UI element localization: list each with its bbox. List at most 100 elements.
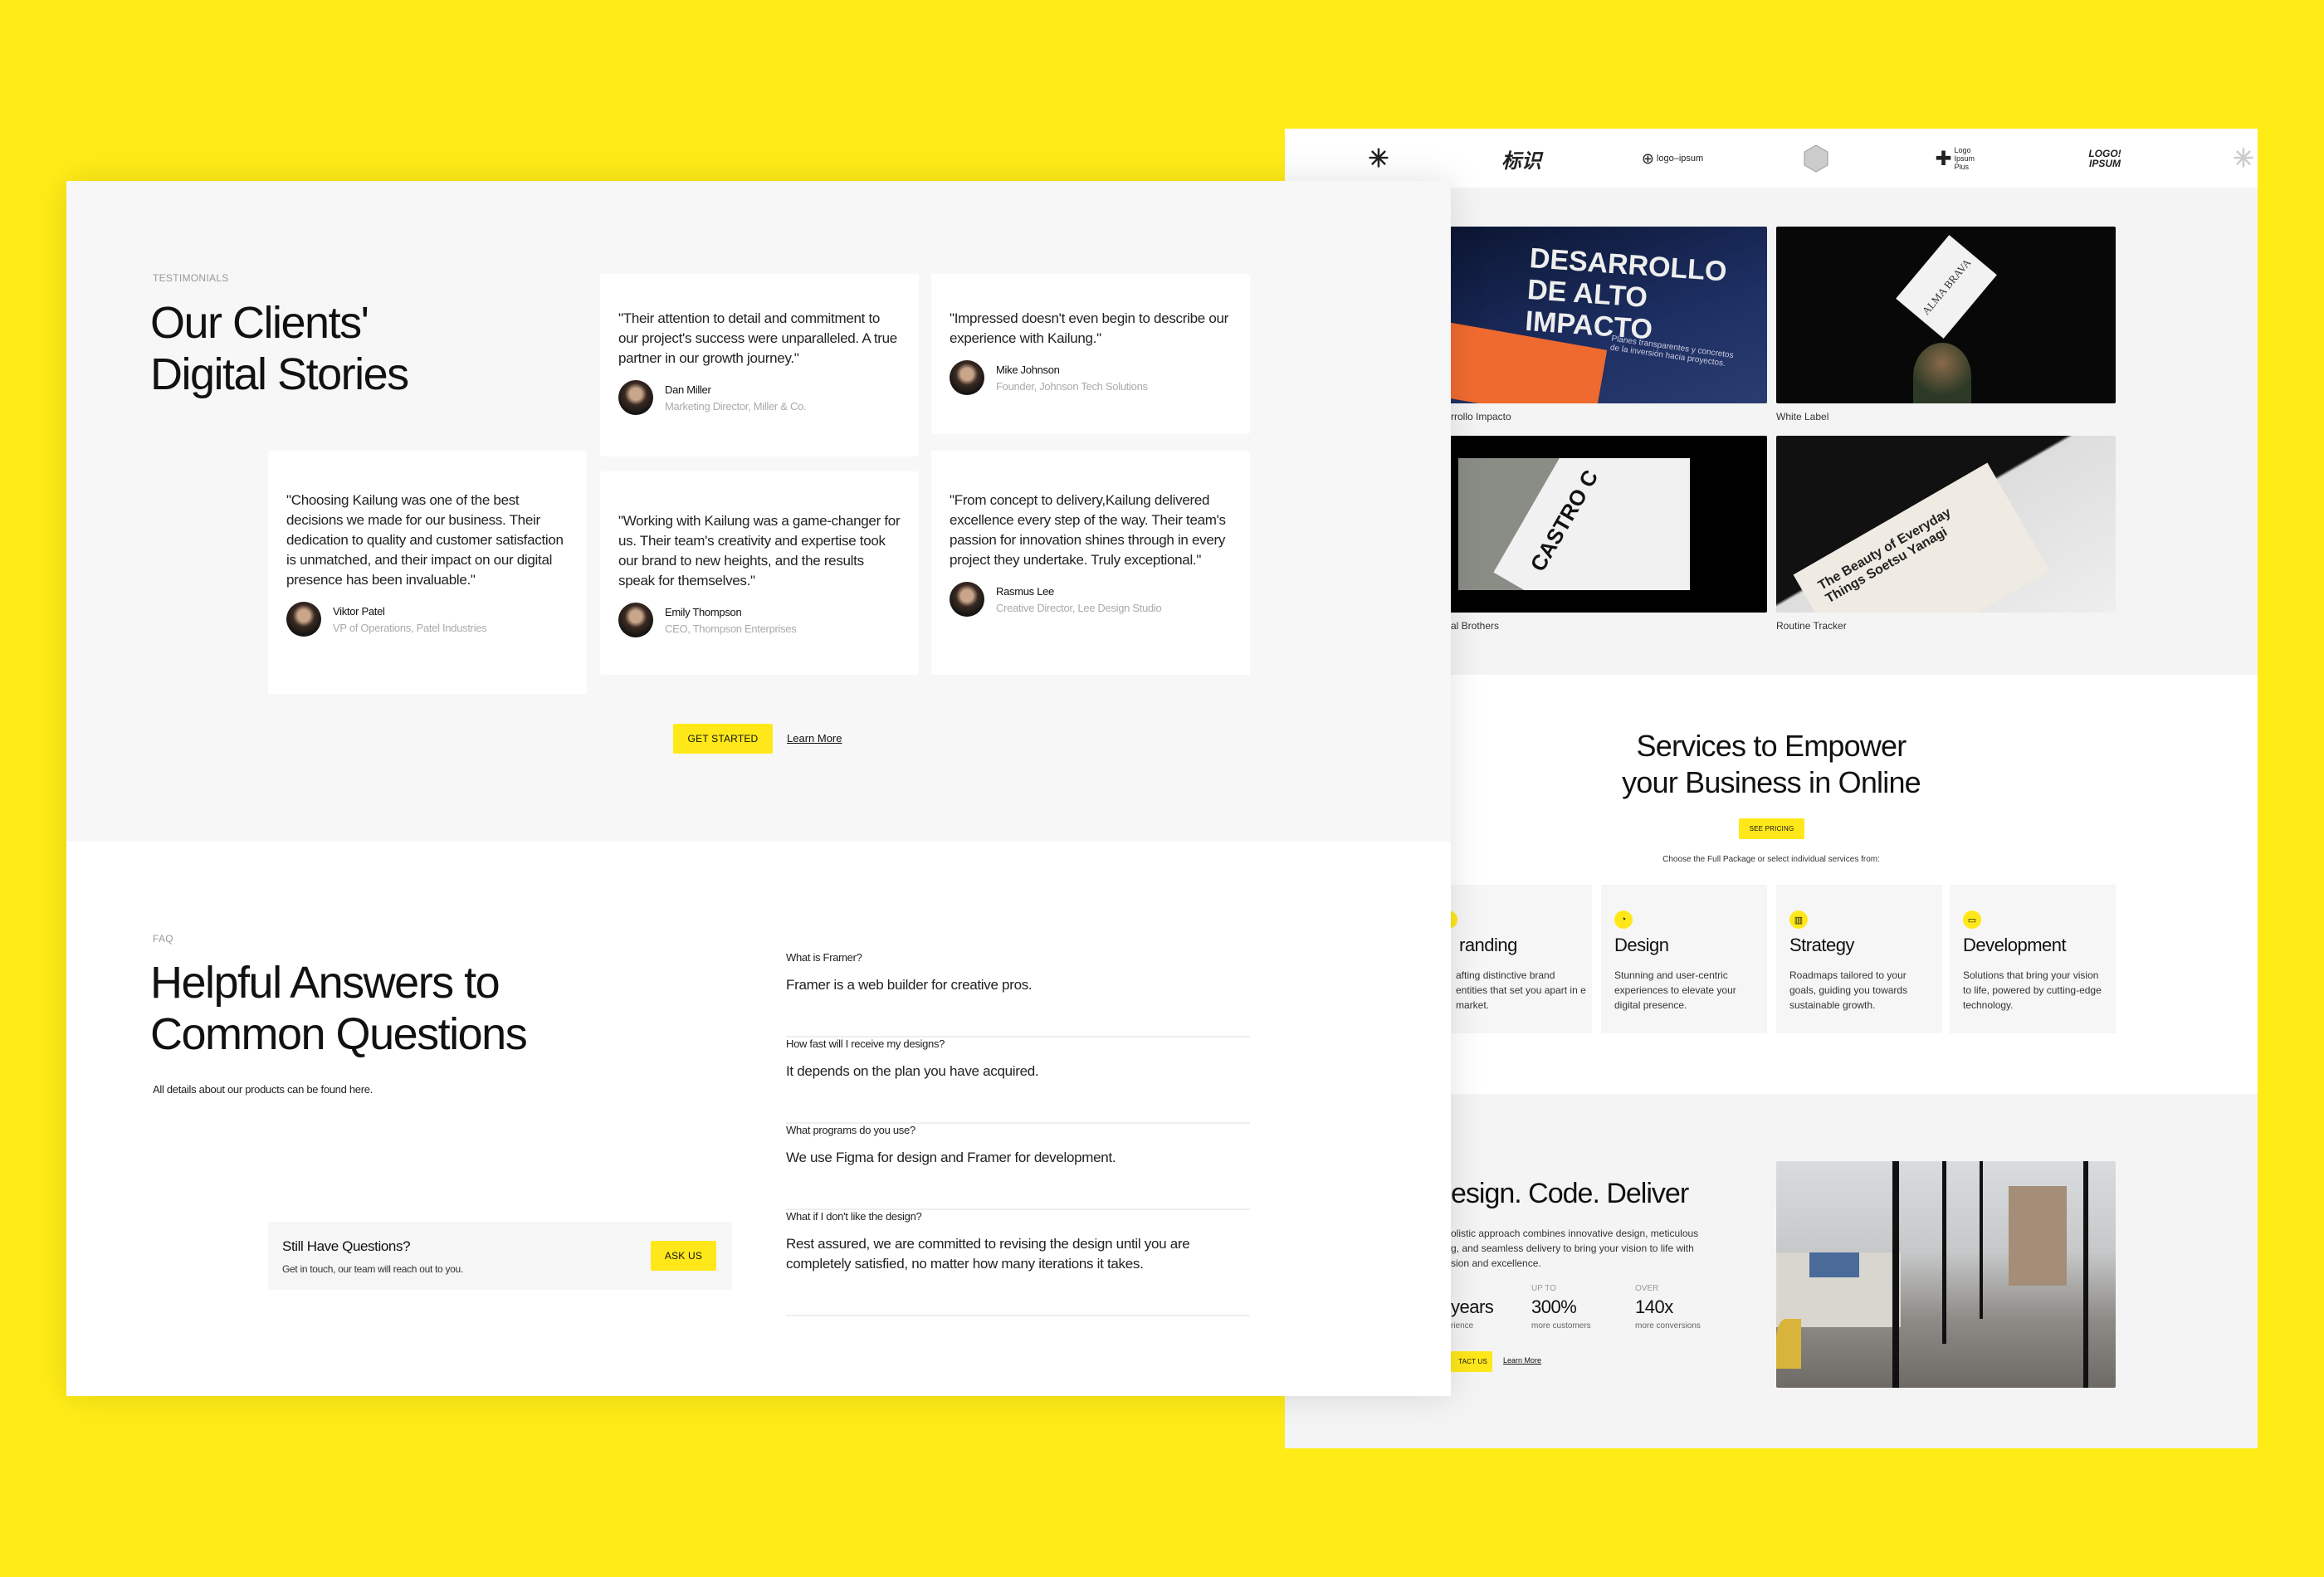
ask-us-button[interactable]: ASK US <box>651 1241 716 1271</box>
service-card-development[interactable]: ▭ Development Solutions that bring your … <box>1950 885 2116 1033</box>
learn-more-link[interactable]: Learn More <box>1503 1356 1541 1365</box>
avatar <box>618 380 653 415</box>
stat-label: UP TO <box>1531 1284 1557 1293</box>
yellow-chair <box>1776 1319 1801 1369</box>
cactus <box>1913 343 1971 403</box>
photo-text: DESARROLLO DE ALTO IMPACTO <box>1524 242 1728 346</box>
faq-item[interactable]: What programs do you use? We use Figma f… <box>786 1124 1250 1210</box>
stat: OVER 140x more conversions <box>1635 1284 1701 1330</box>
person: Mike Johnson Founder, Johnson Tech Soluti… <box>950 360 1232 395</box>
photo-inner: CASTRO C <box>1458 458 1690 590</box>
logo-bold: LOGO! IPSUM <box>2088 148 2121 169</box>
stat-label <box>1451 1284 1493 1293</box>
map-icon: ▥ <box>1789 911 1808 929</box>
logo-ipsum-plus: ✚ Logo Ipsum Plus <box>1935 146 1975 171</box>
faq-question: How fast will I receive my designs? <box>786 1038 945 1050</box>
avatar <box>286 602 321 637</box>
service-card-branding[interactable]: ▯ randing afting distinctive brand entit… <box>1426 885 1592 1033</box>
logo-ipsum: ⊕ logo–ipsum <box>1641 149 1704 167</box>
still-questions-title: Still Have Questions? <box>282 1238 411 1254</box>
project-caption: al Brothers <box>1451 620 1500 632</box>
testimonial-card: "Impressed doesn't even begin to describ… <box>931 274 1250 434</box>
service-title: Design <box>1614 935 1669 955</box>
learn-more-link[interactable]: Learn More <box>787 732 842 745</box>
testimonials-title: Our Clients' Digital Stories <box>150 297 409 400</box>
person-name: Rasmus Lee <box>996 584 1054 598</box>
testimonial-card: "Working with Kailung was a game-changer… <box>600 471 919 675</box>
testimonial-card: "Their attention to detail and commitmen… <box>600 274 919 456</box>
project-image[interactable]: DESARROLLO DE ALTO IMPACTO Planes transp… <box>1428 227 1767 403</box>
frame <box>2083 1161 2088 1388</box>
service-card-design[interactable]: ◔ Design Stunning and user-centric exper… <box>1601 885 1767 1033</box>
get-started-button[interactable]: GET STARTED <box>673 724 773 754</box>
paragraph-line: olistic approach combines innovative des… <box>1451 1228 1699 1239</box>
wall <box>2009 1186 2067 1286</box>
photo-text: ALMA BRAVA <box>1896 235 1997 339</box>
faq-title: Helpful Answers to Common Questions <box>150 957 528 1060</box>
stat-sub: more conversions <box>1635 1321 1701 1330</box>
title-line: Helpful Answers to <box>150 958 500 1008</box>
still-questions-subtitle: Get in touch, our team will reach out to… <box>282 1263 463 1275</box>
still-questions-box: Still Have Questions? Get in touch, our … <box>268 1222 732 1290</box>
testimonials-faq-page-preview: TESTIMONIALS Our Clients' Digital Storie… <box>66 181 1451 1396</box>
globe-icon: ⊕ <box>1641 149 1654 167</box>
avatar <box>618 603 653 637</box>
person-name: Viktor Patel <box>333 604 385 618</box>
title-line: Our Clients' <box>150 298 369 348</box>
person-role: CEO, Thompson Enterprises <box>665 622 797 635</box>
person: Emily Thompson CEO, Thompson Enterprises <box>618 603 901 637</box>
testimonial-quote: "Their attention to detail and commitmen… <box>618 310 897 366</box>
avatar <box>950 360 984 395</box>
deliver-paragraph: olistic approach combines innovative des… <box>1451 1226 1750 1271</box>
see-pricing-button[interactable]: SEE PRICING <box>1739 818 1804 839</box>
title-line: your Business in Online <box>1622 765 1921 799</box>
person: Dan Miller Marketing Director, Miller & C… <box>618 380 901 415</box>
title-line: Services to Empower <box>1636 729 1907 763</box>
tablet-icon: ▭ <box>1963 911 1981 929</box>
stat-value: years <box>1451 1296 1494 1317</box>
cushions <box>1809 1252 1859 1277</box>
faq-subtitle: All details about our products can be fo… <box>153 1083 373 1096</box>
faq-answer: We use Figma for design and Framer for d… <box>786 1150 1116 1165</box>
contact-us-button[interactable]: TACT US <box>1451 1351 1492 1372</box>
project-image[interactable]: The Beauty of Everyday Things Soetsu Yan… <box>1776 436 2116 613</box>
frame <box>1892 1161 1899 1388</box>
testimonial-quote: "From concept to delivery,Kailung delive… <box>950 492 1226 568</box>
project-image[interactable]: CASTRO C <box>1428 436 1767 613</box>
services-title: Services to Empower your Business in Onl… <box>1605 728 1937 801</box>
testimonial-quote: "Impressed doesn't even begin to describ… <box>950 310 1228 346</box>
testimonial-quote: "Choosing Kailung was one of the best de… <box>286 492 564 588</box>
testimonial-quote: "Working with Kailung was a game-changer… <box>618 513 901 588</box>
stat: years rience <box>1451 1284 1494 1330</box>
starburst-logo-icon: ✳ <box>1368 144 1389 173</box>
office-image <box>1776 1161 2116 1388</box>
faq-question: What is Framer? <box>786 951 862 964</box>
faq-item[interactable]: What if I don't like the design? Rest as… <box>786 1210 1250 1316</box>
project-caption: White Label <box>1776 411 1829 422</box>
deliver-title: esign. Code. Deliver <box>1451 1178 1689 1209</box>
service-title: randing <box>1459 935 1517 955</box>
faq-question: What programs do you use? <box>786 1124 915 1136</box>
project-image[interactable]: ALMA BRAVA <box>1776 227 2116 403</box>
title-line: Digital Stories <box>150 349 409 399</box>
faq-item[interactable]: How fast will I receive my designs? It d… <box>786 1038 1250 1124</box>
service-card-strategy[interactable]: ▥ Strategy Roadmaps tailored to your goa… <box>1776 885 1942 1033</box>
hexagon-logo-icon <box>1801 142 1831 175</box>
service-desc: Stunning and user-centric experiences to… <box>1614 969 1736 1011</box>
chinese-logo: 标识 <box>1501 149 1541 173</box>
faq-answer: Framer is a web builder for creative pro… <box>786 977 1033 993</box>
service-desc: Solutions that bring your vision to life… <box>1963 969 2102 1011</box>
services-subtitle: Choose the Full Package or select indivi… <box>1662 855 1880 864</box>
person-role: Founder, Johnson Tech Solutions <box>996 379 1148 393</box>
service-title: Strategy <box>1789 935 1854 955</box>
faq-item[interactable]: What is Framer? Framer is a web builder … <box>786 951 1250 1038</box>
service-desc: Roadmaps tailored to your goals, guiding… <box>1789 969 1908 1011</box>
person-name: Mike Johnson <box>996 363 1060 376</box>
person: Rasmus Lee Creative Director, Lee Design … <box>950 582 1232 617</box>
stat-sub: rience <box>1451 1321 1474 1330</box>
faq-answer: It depends on the plan you have acquired… <box>786 1063 1039 1079</box>
service-desc: afting distinctive brand entities that s… <box>1456 969 1586 1011</box>
stat: UP TO 300% more customers <box>1531 1284 1591 1330</box>
section-label: TESTIMONIALS <box>153 272 229 284</box>
starburst-logo-icon: ✳ <box>2233 144 2254 173</box>
